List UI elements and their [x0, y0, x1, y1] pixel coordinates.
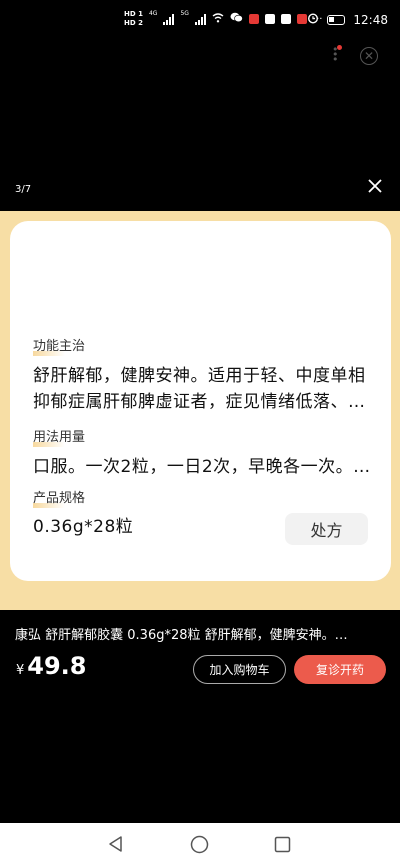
network-type-1: 4G	[148, 10, 158, 17]
notification-dot	[337, 45, 342, 50]
function-text-line2: 抑郁症属肝郁脾虚证者，症见情绪低落、…	[33, 392, 366, 412]
close-icon[interactable]	[364, 175, 386, 197]
status-right-icons: 12:48	[307, 12, 388, 27]
close-circle-icon[interactable]: ✕	[360, 47, 378, 65]
revisit-prescription-button[interactable]: 复诊开药	[294, 655, 386, 684]
nav-back-icon[interactable]	[107, 835, 125, 857]
price-value: 49.8	[27, 652, 87, 680]
spec-label: 产品规格	[33, 487, 85, 508]
add-to-cart-button[interactable]: 加入购物车	[193, 655, 286, 684]
prescription-tag: 处方	[285, 513, 368, 545]
network-type-2: 5G	[180, 10, 189, 17]
product-title[interactable]: 康弘 舒肝解郁胶囊 0.36g*28粒 舒肝解郁，健脾安神。…	[15, 624, 390, 643]
wechat-icon	[230, 12, 243, 26]
status-left-icons: HD 1 HD 2 4G 5G ···	[124, 10, 322, 28]
image-counter: 3/7	[15, 184, 32, 195]
usage-text: 口服。一次2粒，一日2次，早晚各一次。…	[33, 457, 371, 477]
hd-indicator: HD 1 HD 2	[124, 10, 143, 28]
usage-label: 用法用量	[33, 426, 85, 447]
spec-value: 0.36g*28粒	[33, 517, 134, 537]
app-notification-icon	[248, 14, 259, 24]
signal-icon-2	[194, 13, 206, 25]
nav-recents-icon[interactable]	[274, 836, 291, 857]
hd2-label: HD 2	[124, 19, 143, 27]
gallery-icon-2	[280, 14, 291, 24]
alarm-icon	[307, 12, 319, 27]
hd1-label: HD 1	[124, 10, 143, 18]
wifi-icon	[212, 12, 224, 26]
gallery-icon	[264, 14, 275, 24]
function-text-line1: 舒肝解郁，健脾安神。适用于轻、中度单相	[33, 366, 366, 386]
status-bar: HD 1 HD 2 4G 5G ··· 12:48	[0, 0, 400, 44]
signal-icon	[163, 13, 175, 25]
status-time: 12:48	[353, 12, 388, 27]
nav-home-icon[interactable]	[190, 835, 209, 858]
product-price: ¥ 49.8	[16, 652, 87, 680]
function-label: 功能主治	[33, 335, 85, 356]
battery-icon	[327, 14, 346, 25]
app-notification-icon-2	[296, 14, 307, 24]
currency-symbol: ¥	[16, 663, 25, 678]
